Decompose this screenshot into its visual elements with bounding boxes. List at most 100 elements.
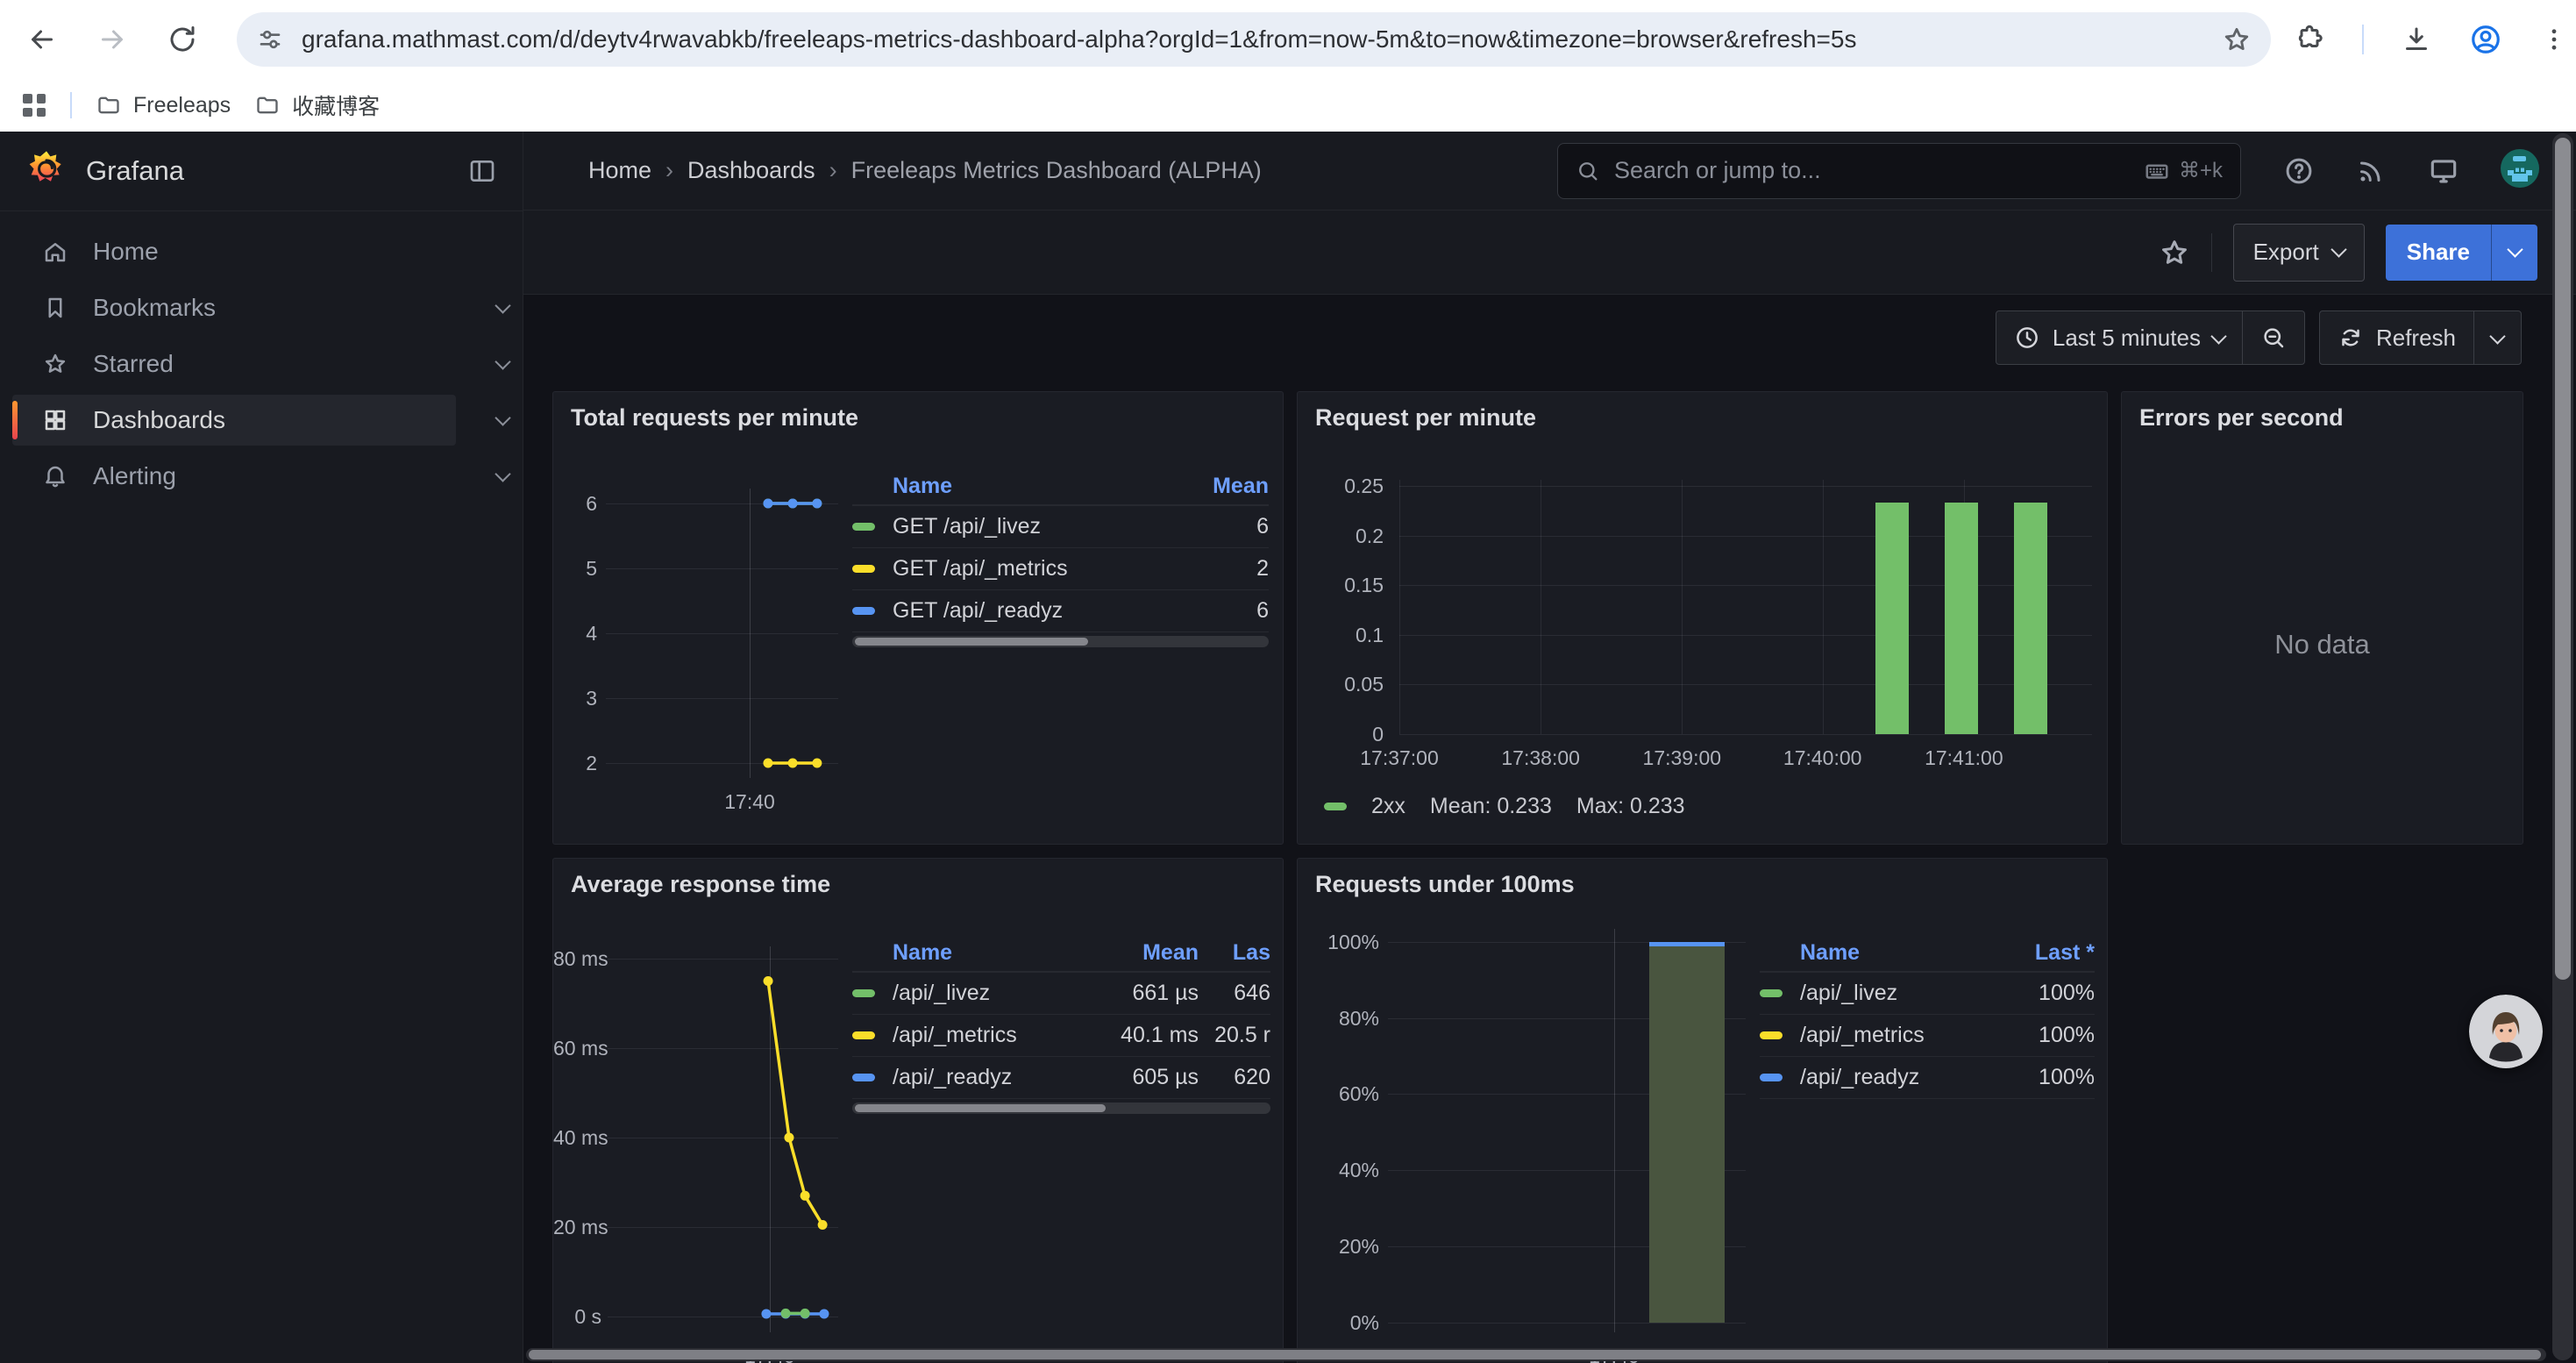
browser-toolbar: grafana.mathmast.com/d/deytv4rwavabkb/fr… bbox=[0, 0, 2576, 79]
legend-scrollbar[interactable] bbox=[852, 636, 1269, 647]
breadcrumb: Home › Dashboards › Freeleaps Metrics Da… bbox=[588, 157, 1262, 184]
bookmark-folder-freeleaps[interactable]: Freeleaps bbox=[96, 93, 231, 118]
profile-icon[interactable] bbox=[2469, 23, 2502, 56]
series-color-pill bbox=[852, 989, 875, 997]
vertical-scrollbar bbox=[2552, 133, 2573, 1360]
apps-grid-icon[interactable] bbox=[23, 94, 46, 117]
user-avatar[interactable] bbox=[2501, 149, 2539, 192]
legend-row: /api/_metrics 40.1 ms 20.5 r bbox=[852, 1014, 1270, 1056]
dashboard-actions-bar: Export Share bbox=[523, 211, 2576, 295]
kiosk-monitor-icon[interactable] bbox=[2427, 154, 2460, 188]
series-color-pill bbox=[852, 1031, 875, 1039]
legend-row: GET /api/_readyz 6 bbox=[852, 589, 1269, 632]
legend-table: Name Mean Las /api/_livez 661 µs 646 /ap… bbox=[852, 934, 1270, 1114]
series-color-pill bbox=[1760, 989, 1783, 997]
favorite-star-icon[interactable] bbox=[2159, 237, 2190, 268]
toolbar-divider bbox=[2362, 25, 2364, 54]
horizontal-scrollbar bbox=[526, 1348, 2546, 1361]
sidebar-item-dashboards: Dashboards bbox=[12, 392, 523, 448]
legend-table: Name Mean GET /api/_livez 6 GET /api/_me… bbox=[852, 467, 1269, 647]
expand-chevron-icon[interactable] bbox=[482, 361, 523, 368]
home-icon bbox=[42, 239, 68, 265]
address-bar[interactable]: grafana.mathmast.com/d/deytv4rwavabkb/fr… bbox=[237, 12, 2271, 67]
top-header: Home › Dashboards › Freeleaps Metrics Da… bbox=[523, 132, 2576, 211]
legend-row: /api/_livez 100% bbox=[1760, 972, 2095, 1014]
sidebar: Grafana Home bbox=[0, 132, 523, 1363]
legend-row: /api/_readyz 605 µs 620 bbox=[852, 1056, 1270, 1099]
share-button-main[interactable]: Share bbox=[2386, 225, 2491, 281]
legend-row: /api/_readyz 100% bbox=[1760, 1056, 2095, 1099]
refresh-interval-dropdown[interactable] bbox=[2473, 311, 2521, 364]
sidebar-collapse-icon[interactable] bbox=[468, 157, 496, 185]
zoom-out-button[interactable] bbox=[2242, 311, 2304, 364]
bookmark-star-icon[interactable] bbox=[2222, 25, 2252, 54]
actions-divider bbox=[2211, 233, 2212, 272]
time-controls: Last 5 minutes Refresh bbox=[1996, 310, 2522, 365]
legend-inline: 2xx Mean: 0.233 Max: 0.233 bbox=[1324, 794, 1685, 819]
sidebar-item-home: Home bbox=[12, 224, 523, 280]
back-icon[interactable] bbox=[26, 24, 58, 55]
panel-title[interactable]: Average response time bbox=[571, 871, 830, 898]
panel-title[interactable]: Errors per second bbox=[2139, 404, 2344, 432]
line-chart: 17:40 bbox=[608, 946, 838, 1332]
bookmark-label: Freeleaps bbox=[133, 93, 231, 118]
panel-title[interactable]: Request per minute bbox=[1315, 404, 1536, 432]
extensions-icon[interactable] bbox=[2294, 24, 2325, 55]
panel-title[interactable]: Requests under 100ms bbox=[1315, 871, 1575, 898]
time-range-group: Last 5 minutes bbox=[1996, 310, 2305, 365]
series-color-pill bbox=[1324, 803, 1347, 810]
share-dropdown-button[interactable] bbox=[2491, 225, 2537, 281]
panel-title[interactable]: Total requests per minute bbox=[571, 404, 858, 432]
news-rss-icon[interactable] bbox=[2355, 155, 2387, 187]
search-placeholder: Search or jump to... bbox=[1614, 157, 2130, 184]
legend-scrollbar[interactable] bbox=[852, 1103, 1270, 1114]
series-color-pill bbox=[1760, 1031, 1783, 1039]
sidebar-item-alerting: Alerting bbox=[12, 448, 523, 504]
grafana-logo-icon[interactable] bbox=[26, 149, 67, 194]
sidebar-header: Grafana bbox=[0, 132, 523, 211]
breadcrumb-dashboards[interactable]: Dashboards bbox=[687, 157, 815, 184]
series-color-pill bbox=[852, 565, 875, 573]
legend-row: GET /api/_livez 6 bbox=[852, 505, 1269, 547]
panel-errors-per-second: Errors per second No data bbox=[2121, 391, 2523, 845]
screen: grafana.mathmast.com/d/deytv4rwavabkb/fr… bbox=[0, 0, 2576, 1363]
help-icon[interactable] bbox=[2283, 155, 2315, 187]
bar-chart: 17:37:0017:38:0017:39:0017:40:0017:41:00 bbox=[1399, 480, 2092, 734]
series-color-pill bbox=[852, 607, 875, 615]
dashboards-grid-icon bbox=[42, 407, 68, 433]
legend-row: /api/_livez 661 µs 646 bbox=[852, 972, 1270, 1014]
expand-chevron-icon[interactable] bbox=[482, 305, 523, 311]
folder-icon bbox=[255, 93, 280, 118]
time-range-picker[interactable]: Last 5 minutes bbox=[1996, 311, 2242, 364]
series-color-pill bbox=[1760, 1074, 1783, 1081]
legend-header: Name Last * bbox=[1760, 934, 2095, 972]
y-axis: 100%80%60%40%20%0% bbox=[1298, 929, 1379, 1332]
breadcrumb-home[interactable]: Home bbox=[588, 157, 651, 184]
sidebar-item-starred: Starred bbox=[12, 336, 523, 392]
y-axis: 80 ms60 ms40 ms20 ms0 s bbox=[553, 946, 601, 1332]
expand-chevron-icon[interactable] bbox=[482, 474, 523, 480]
expand-chevron-icon[interactable] bbox=[482, 417, 523, 424]
y-axis: 0.250.20.150.10.050 bbox=[1298, 480, 1384, 734]
site-settings-icon[interactable] bbox=[256, 25, 284, 54]
download-icon[interactable] bbox=[2401, 24, 2432, 55]
legend-row: /api/_metrics 100% bbox=[1760, 1014, 2095, 1056]
bar-chart: 17:40 bbox=[1388, 929, 1746, 1332]
reload-icon[interactable] bbox=[167, 24, 198, 55]
refresh-group: Refresh bbox=[2319, 310, 2522, 365]
export-button[interactable]: Export bbox=[2233, 224, 2365, 282]
panel-total-requests-per-minute: Total requests per minute 65432 17:40 Na… bbox=[552, 391, 1284, 845]
browser-menu-icon[interactable] bbox=[2539, 25, 2569, 54]
legend-header: Name Mean bbox=[852, 467, 1269, 505]
search-input[interactable]: Search or jump to... ⌘+k bbox=[1557, 143, 2241, 199]
vertical-scrollbar-thumb[interactable] bbox=[2555, 138, 2571, 980]
horizontal-scrollbar-thumb[interactable] bbox=[529, 1350, 2541, 1359]
bookmark-label: 收藏博客 bbox=[292, 89, 380, 121]
y-axis: 65432 bbox=[553, 489, 597, 778]
floating-assistant-avatar[interactable] bbox=[2469, 995, 2543, 1068]
share-button: Share bbox=[2386, 225, 2537, 281]
sidebar-item-label: Home bbox=[93, 238, 159, 266]
refresh-button[interactable]: Refresh bbox=[2320, 311, 2473, 364]
forward-icon[interactable] bbox=[96, 24, 128, 55]
bookmark-folder-blogs[interactable]: 收藏博客 bbox=[255, 89, 380, 121]
